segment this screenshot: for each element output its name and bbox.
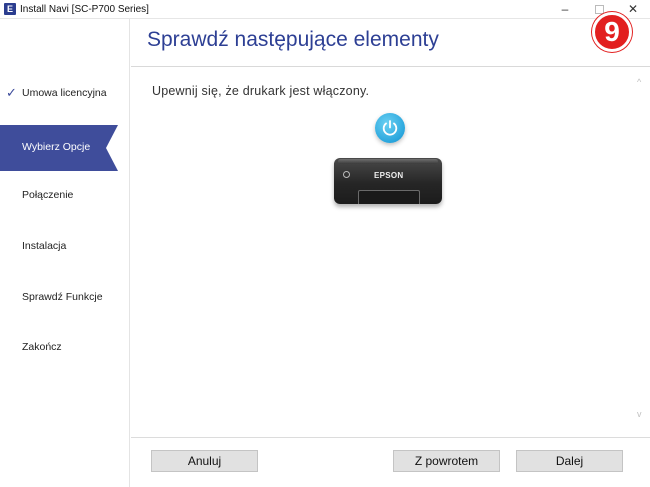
printer-illustration: EPSON (334, 158, 442, 204)
sidebar-item-label: Połączenie (22, 189, 74, 201)
step-number-badge: 9 (592, 12, 632, 52)
back-button[interactable]: Z powrotem (393, 450, 500, 472)
sidebar-item-options: Wybierz Opcje (0, 125, 118, 171)
scroll-up-icon[interactable]: ^ (637, 77, 641, 87)
printer-paper-tray (358, 190, 420, 204)
sidebar-item-label: Zakończ (22, 341, 62, 353)
sidebar-item-label: Umowa licencyjna (22, 87, 107, 99)
printer-top (338, 159, 438, 164)
sidebar-item-installation: Instalacja (0, 224, 130, 270)
checkmark-icon: ✓ (6, 85, 17, 100)
printer-brand-logo: EPSON (374, 171, 404, 180)
next-button[interactable]: Dalej (516, 450, 623, 472)
sidebar-item-label: Instalacja (22, 240, 67, 252)
footer-divider (131, 437, 650, 438)
instruction-text: Upewnij się, że drukark jest włączony. (152, 84, 370, 98)
page-title: Sprawdź następujące elementy (147, 28, 439, 51)
power-led-icon (343, 171, 350, 178)
sidebar-item-connection: Połączenie (0, 173, 130, 219)
window-title: Install Navi [SC-P700 Series] (20, 4, 149, 15)
sidebar-item-label: Sprawdź Funkcje (22, 291, 103, 303)
sidebar: ✓ Umowa licencyjna Wybierz Opcje Połącze… (0, 19, 130, 487)
scroll-down-icon[interactable]: v (637, 409, 642, 419)
window-titlebar: E Install Navi [SC-P700 Series] – ✕ (0, 0, 650, 19)
main-content: Upewnij się, że drukark jest włączony. ^… (131, 67, 650, 437)
cancel-button[interactable]: Anuluj (151, 450, 258, 472)
power-icon (382, 120, 398, 136)
power-button-illustration (375, 113, 405, 143)
sidebar-item-license: ✓ Umowa licencyjna (0, 71, 130, 117)
sidebar-item-finish: Zakończ (0, 325, 130, 371)
sidebar-item-check-functions: Sprawdź Funkcje (0, 275, 130, 321)
app-icon: E (4, 3, 16, 15)
sidebar-item-label: Wybierz Opcje (22, 141, 91, 153)
minimize-button[interactable]: – (548, 0, 582, 19)
maximize-icon (594, 5, 604, 15)
